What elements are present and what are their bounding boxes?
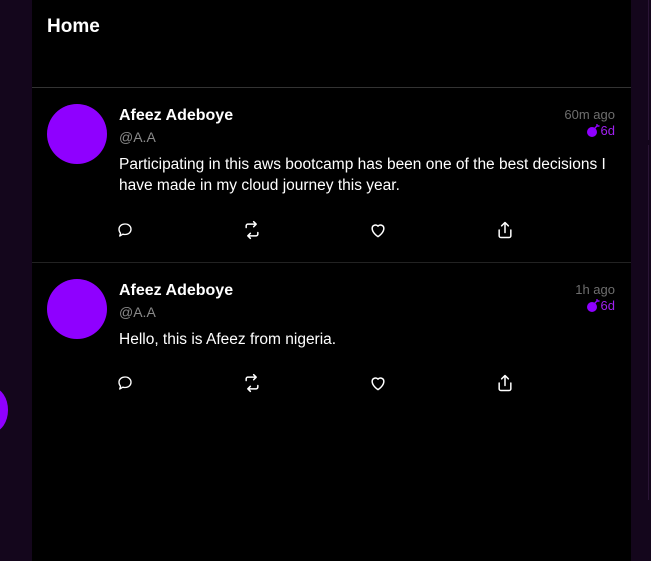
time-ago: 60m ago xyxy=(564,107,615,122)
profile-avatar[interactable] xyxy=(0,388,8,432)
reply-icon xyxy=(118,223,132,237)
reply-button[interactable] xyxy=(114,372,136,394)
share-button[interactable] xyxy=(494,219,516,241)
repost-icon xyxy=(245,220,259,240)
repost-button[interactable] xyxy=(241,219,263,241)
share-button[interactable] xyxy=(494,372,516,394)
share-icon xyxy=(498,221,512,239)
activity-item[interactable]: Afeez Adeboye @A.A 1h ago 6d Hello, this… xyxy=(32,263,631,438)
heart-icon xyxy=(371,224,385,238)
reply-icon xyxy=(118,376,132,390)
left-sidebar xyxy=(0,0,32,561)
activity-item[interactable]: Afeez Adeboye @A.A 60m ago 6d Participat… xyxy=(32,88,631,263)
expires-at: 6d xyxy=(586,298,615,313)
home-feed: Home Afeez Adeboye @A.A 60m ago 6d Parti… xyxy=(32,0,631,561)
divider xyxy=(648,145,649,500)
reply-button[interactable] xyxy=(114,219,136,241)
time-ago: 1h ago xyxy=(575,282,615,297)
bomb-icon xyxy=(586,123,600,137)
bomb-icon xyxy=(586,298,600,312)
page-title: Home xyxy=(47,16,100,37)
heart-icon xyxy=(371,377,385,391)
post-actions xyxy=(32,372,631,396)
post-actions xyxy=(32,219,631,243)
share-icon xyxy=(498,374,512,392)
display-name[interactable]: Afeez Adeboye xyxy=(119,282,233,300)
display-name[interactable]: Afeez Adeboye xyxy=(119,107,233,125)
app-page: Home Afeez Adeboye @A.A 60m ago 6d Parti… xyxy=(0,0,651,561)
feed-header: Home xyxy=(32,0,631,88)
user-handle[interactable]: @A.A xyxy=(119,129,156,145)
repost-icon xyxy=(245,373,259,393)
avatar[interactable] xyxy=(47,104,107,164)
repost-button[interactable] xyxy=(241,372,263,394)
divider xyxy=(648,0,649,140)
expires-label: 6d xyxy=(600,123,615,138)
expires-at: 6d xyxy=(586,123,615,138)
like-button[interactable] xyxy=(367,372,389,394)
user-handle[interactable]: @A.A xyxy=(119,304,156,320)
expires-label: 6d xyxy=(600,298,615,313)
post-message: Participating in this aws bootcamp has b… xyxy=(119,156,606,194)
avatar[interactable] xyxy=(47,279,107,339)
post-message: Hello, this is Afeez from nigeria. xyxy=(119,331,337,348)
like-button[interactable] xyxy=(367,219,389,241)
